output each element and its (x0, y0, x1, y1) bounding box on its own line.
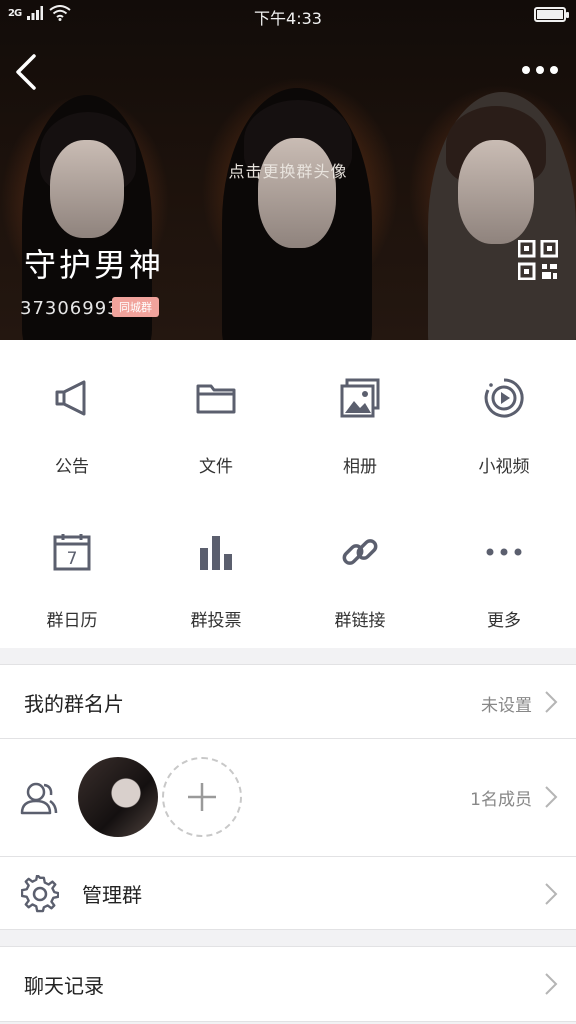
feature-album[interactable]: 相册 (288, 340, 432, 494)
status-bar: 2G 下午4:33 (0, 0, 576, 30)
chevron-right-icon (545, 973, 558, 995)
member-avatar[interactable] (78, 757, 158, 837)
feature-vote[interactable]: 群投票 (144, 494, 288, 648)
back-button[interactable] (10, 50, 50, 94)
chevron-right-icon (545, 691, 558, 713)
megaphone-icon (55, 380, 86, 416)
photo-album-icon (340, 378, 380, 418)
member-count: 1名成员 (470, 790, 532, 810)
video-play-icon (484, 378, 524, 418)
group-cover[interactable]: 2G 下午4:33 点击更换群头像 守护男神 373069931 同城群 (0, 0, 576, 340)
feature-link[interactable]: 群链接 (288, 494, 432, 648)
my-group-card-row[interactable]: 我的群名片 未设置 (0, 664, 576, 739)
members-row[interactable]: 1名成员 (0, 739, 576, 857)
feature-label: 更多 (487, 611, 521, 631)
manage-group-row[interactable]: 管理群 (0, 856, 576, 930)
feature-label: 群链接 (334, 611, 386, 631)
more-dots-icon (486, 548, 522, 556)
qr-code-icon (517, 239, 559, 281)
group-name: 守护男神 (24, 246, 165, 284)
chevron-left-icon (16, 54, 36, 90)
gear-icon (21, 875, 59, 913)
link-icon (342, 539, 378, 565)
feature-calendar[interactable]: 7 群日历 (0, 494, 144, 648)
row-title: 我的群名片 (24, 692, 124, 716)
feature-files[interactable]: 文件 (144, 340, 288, 494)
feature-label: 相册 (343, 457, 377, 477)
bar-chart-icon (200, 536, 232, 570)
add-member-button[interactable] (162, 757, 242, 837)
qr-code-button[interactable] (517, 239, 559, 281)
feature-label: 公告 (55, 457, 89, 477)
folder-icon (196, 384, 236, 414)
feature-label: 群日历 (46, 611, 98, 631)
feature-label: 小视频 (478, 457, 530, 477)
feature-label: 群投票 (190, 611, 242, 631)
more-dots-icon (522, 66, 558, 74)
change-avatar-hint[interactable]: 点击更换群头像 (0, 158, 576, 182)
clock: 下午4:33 (254, 9, 322, 28)
battery-icon (534, 7, 569, 22)
feature-short-video[interactable]: 小视频 (432, 340, 576, 494)
feature-announcement[interactable]: 公告 (0, 340, 144, 494)
chat-history-row[interactable]: 聊天记录 (0, 946, 576, 1022)
calendar-icon: 7 (53, 534, 91, 571)
feature-label: 文件 (199, 457, 233, 477)
row-title: 管理群 (82, 883, 142, 907)
chevron-right-icon (545, 786, 558, 808)
row-title: 聊天记录 (24, 974, 104, 998)
members-icon (20, 782, 58, 815)
calendar-day: 7 (67, 549, 78, 569)
group-card-value: 未设置 (481, 696, 532, 716)
group-type-badge: 同城群 (112, 297, 159, 317)
plus-icon (188, 783, 216, 811)
more-options-button[interactable] (518, 56, 562, 84)
feature-grid: 公告 文件 相册 小视频 7 群日历 群投票 群链接 更多 (0, 340, 576, 648)
feature-more[interactable]: 更多 (432, 494, 576, 648)
chevron-right-icon (545, 883, 558, 905)
